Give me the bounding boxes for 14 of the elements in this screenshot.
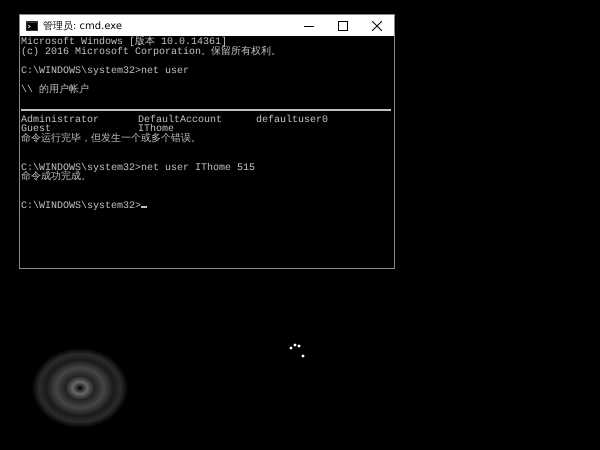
close-icon bbox=[372, 20, 382, 30]
console-line: Microsoft Windows [版本 10.0.14361] bbox=[21, 38, 228, 48]
console-app-icon bbox=[26, 20, 38, 30]
user-account-name: Administrator bbox=[21, 116, 100, 126]
command-prompt: C:\WINDOWS\system32> bbox=[21, 201, 142, 212]
console-line: (c) 2016 Microsoft Corporation。保留所有权利。 bbox=[21, 48, 282, 58]
console-line: \\ 的用户帐户 bbox=[21, 86, 90, 96]
console-line: 命令成功完成。 bbox=[21, 173, 91, 183]
console-line: C:\WINDOWS\system32>net user IThome 515 bbox=[21, 164, 256, 174]
console-line: 命令运行完毕，但发生一个或多个错误。 bbox=[21, 134, 201, 145]
console-line: C:\WINDOWS\system32>net user bbox=[21, 66, 190, 76]
window-title: 管理员: cmd.exe bbox=[43, 20, 124, 32]
maximize-icon bbox=[338, 20, 348, 30]
user-account-name: defaultuser0 bbox=[256, 116, 330, 126]
